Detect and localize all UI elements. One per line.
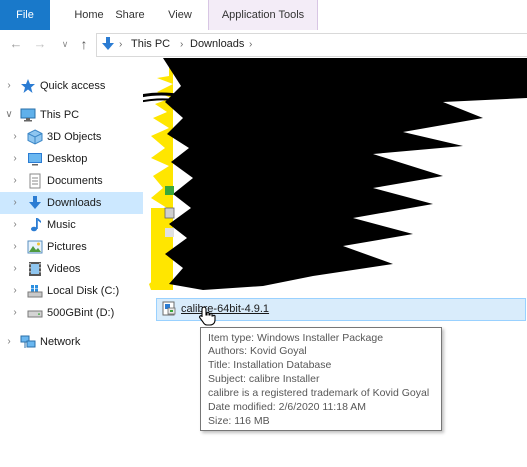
tooltip-subject: Subject: calibre Installer: [208, 373, 320, 385]
sidebar-item-label: 500GBint (D:): [47, 307, 115, 319]
recent-locations-chevron-icon[interactable]: ∨: [57, 36, 73, 52]
ribbon-tabs: File Home Share View Application Tools: [0, 0, 527, 31]
sidebar-item-label: Network: [40, 336, 81, 348]
tab-share[interactable]: Share: [110, 0, 150, 30]
file-explorer-window: File Home Share View Application Tools ←…: [0, 0, 527, 467]
sidebar-item-label: This PC: [40, 109, 80, 121]
chevron-down-icon[interactable]: ∨: [4, 108, 14, 122]
hand-pointer-icon: [199, 306, 216, 326]
windows-drive-icon: [27, 285, 43, 298]
sidebar-item-desktop[interactable]: › Desktop: [0, 148, 143, 170]
tab-application-tools[interactable]: Application Tools: [208, 0, 318, 30]
chevron-right-icon[interactable]: ›: [10, 284, 20, 298]
chevron-right-icon[interactable]: ›: [4, 79, 14, 93]
chevron-right-icon[interactable]: ›: [10, 130, 20, 144]
sidebar-item-label: Pictures: [47, 241, 87, 253]
sidebar-item-label: Local Disk (C:): [47, 285, 120, 297]
sidebar-item-label: 3D Objects: [47, 131, 102, 143]
cube-folder-icon: [27, 129, 43, 145]
tab-file[interactable]: File: [0, 0, 50, 30]
installer-package-icon: [162, 301, 176, 316]
sidebar-item-label: Videos: [47, 263, 81, 275]
chevron-right-icon[interactable]: ›: [10, 306, 20, 320]
file-name[interactable]: calibre-64bit-4.9.1: [181, 302, 269, 316]
sidebar-item-label: Documents: [47, 175, 103, 187]
sidebar-item-pictures[interactable]: › Pictures: [0, 236, 143, 258]
tooltip-trademark: calibre is a registered trademark of Kov…: [208, 387, 430, 399]
sidebar-item-this-pc[interactable]: ∨ This PC: [0, 104, 143, 126]
pictures-folder-icon: [27, 240, 43, 254]
computer-icon: [20, 108, 36, 122]
navigation-bar: ← → ∨ ↑ › This PC › Downloads ›: [0, 30, 527, 58]
breadcrumb-separator[interactable]: ›: [249, 37, 252, 52]
sidebar-item-label: Quick access: [40, 80, 106, 92]
downloads-location-icon: [102, 37, 114, 50]
breadcrumb-this-pc[interactable]: This PC: [131, 37, 170, 52]
redaction-overlay: [143, 58, 527, 290]
tooltip-title: Title: Installation Database: [208, 359, 332, 371]
chevron-right-icon[interactable]: ›: [10, 218, 20, 232]
forward-arrow-icon[interactable]: →: [32, 36, 48, 52]
chevron-right-icon[interactable]: ›: [4, 335, 14, 349]
sidebar-item-label: Desktop: [47, 153, 88, 165]
documents-folder-icon: [29, 173, 41, 189]
breadcrumb-separator[interactable]: ›: [119, 37, 122, 52]
download-arrow-icon: [29, 196, 41, 209]
chevron-right-icon[interactable]: ›: [10, 196, 20, 210]
sidebar-item-label: Music: [47, 219, 76, 231]
desktop-folder-icon: [28, 153, 42, 166]
sidebar-item-500gbint-d[interactable]: › 500GBint (D:): [0, 302, 143, 324]
navigation-pane: › Quick access ∨ This PC › 3D Objects › …: [0, 64, 143, 467]
videos-folder-icon: [29, 262, 41, 276]
sidebar-item-quick-access[interactable]: › Quick access: [0, 75, 143, 97]
tooltip-item-type: Item type: Windows Installer Package: [208, 332, 384, 344]
chevron-right-icon[interactable]: ›: [10, 152, 20, 166]
music-note-icon: [31, 218, 41, 232]
back-arrow-icon[interactable]: ←: [8, 36, 24, 52]
sidebar-item-documents[interactable]: › Documents: [0, 170, 143, 192]
network-icon: [20, 335, 36, 348]
breadcrumb-separator[interactable]: ›: [180, 37, 183, 52]
tooltip-date-modified: Date modified: 2/6/2020 11:18 AM: [208, 401, 366, 413]
file-info-tooltip: Item type: Windows Installer Package Aut…: [200, 327, 442, 431]
sidebar-item-3d-objects[interactable]: › 3D Objects: [0, 126, 143, 148]
sidebar-item-videos[interactable]: › Videos: [0, 258, 143, 280]
sidebar-item-local-disk-c[interactable]: › Local Disk (C:): [0, 280, 143, 302]
tooltip-authors: Authors: Kovid Goyal: [208, 345, 307, 357]
tab-view[interactable]: View: [160, 0, 200, 30]
chevron-right-icon[interactable]: ›: [10, 240, 20, 254]
chevron-right-icon[interactable]: ›: [10, 262, 20, 276]
address-bar[interactable]: › This PC › Downloads ›: [96, 33, 527, 57]
breadcrumb-downloads[interactable]: Downloads: [190, 37, 244, 52]
sidebar-item-network[interactable]: › Network: [0, 331, 143, 353]
sidebar-item-music[interactable]: › Music: [0, 214, 143, 236]
chevron-right-icon[interactable]: ›: [10, 174, 20, 188]
drive-icon: [27, 310, 43, 318]
tooltip-size: Size: 116 MB: [208, 415, 270, 427]
star-icon: [21, 79, 35, 93]
up-arrow-icon[interactable]: ↑: [76, 36, 92, 52]
sidebar-item-downloads[interactable]: › Downloads: [0, 192, 143, 214]
sidebar-item-label: Downloads: [47, 197, 102, 209]
